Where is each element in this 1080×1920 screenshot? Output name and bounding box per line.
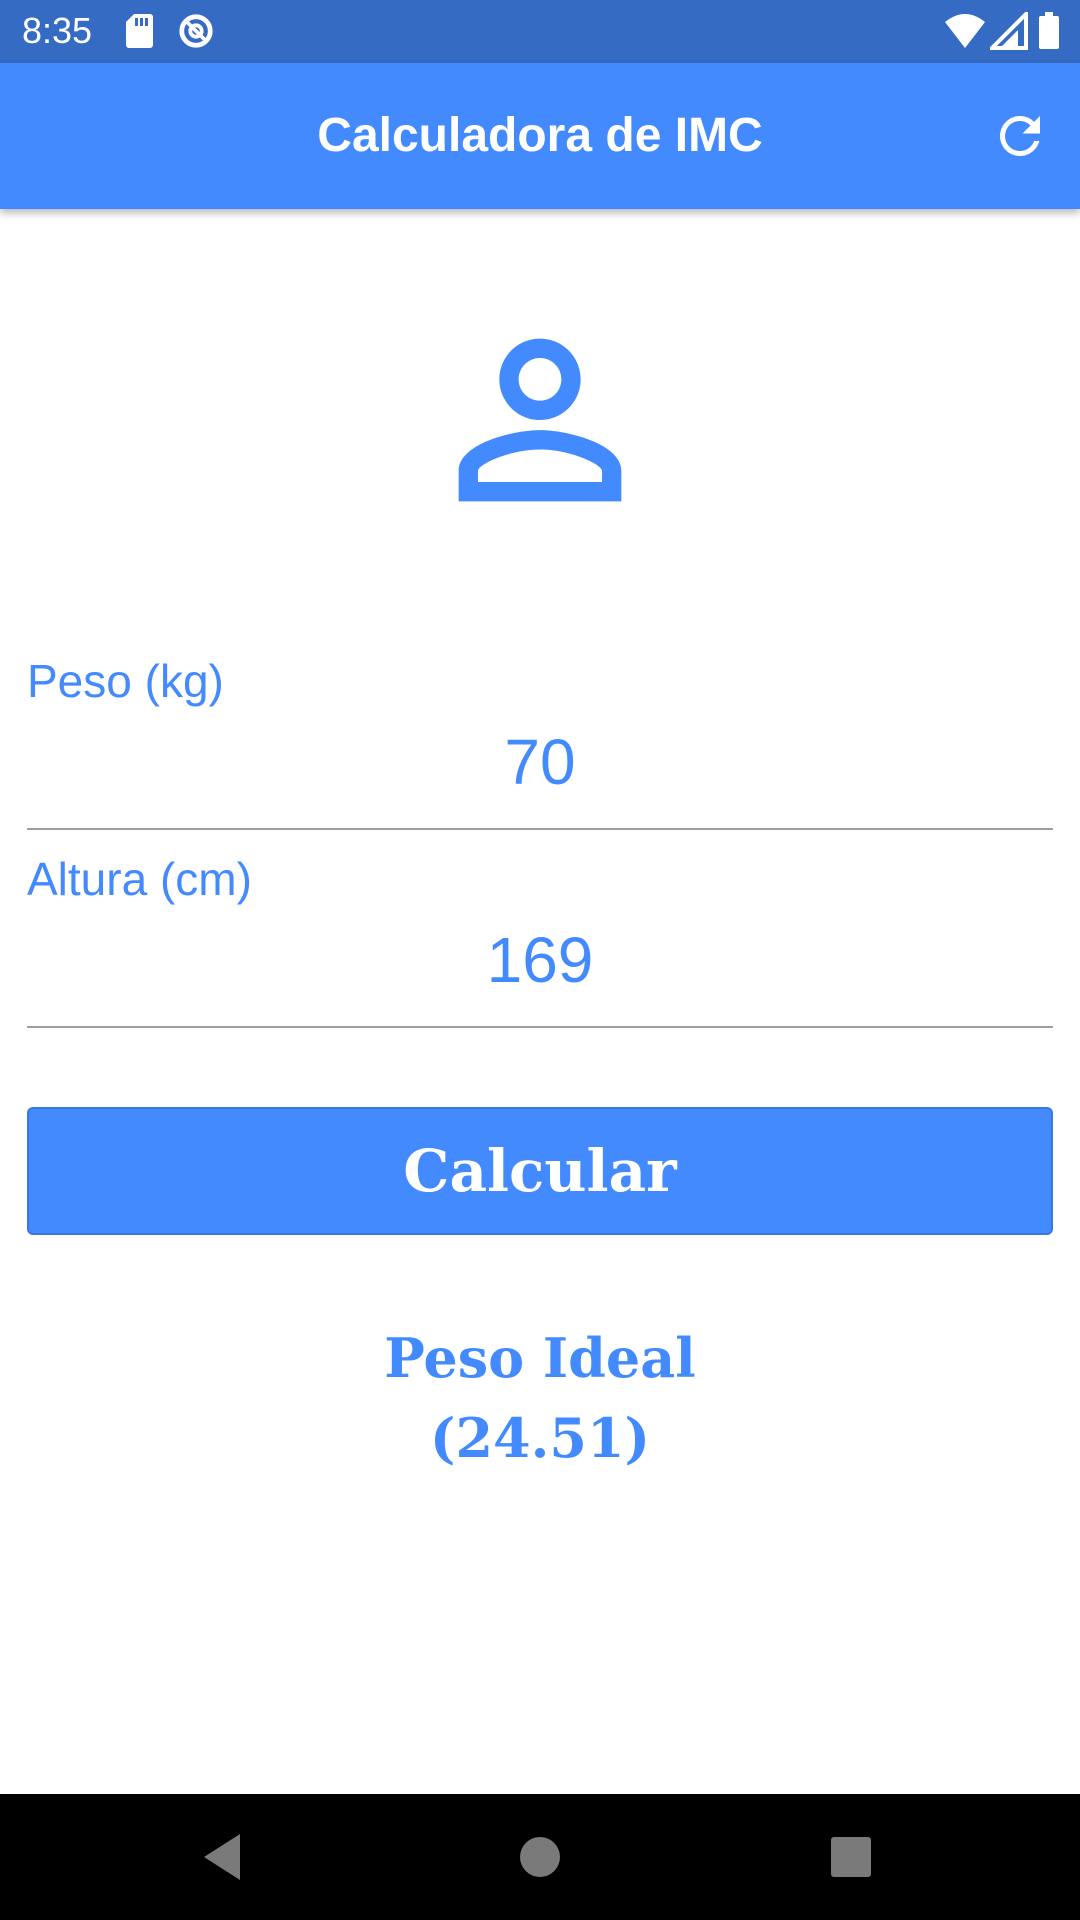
back-icon[interactable] (192, 1824, 258, 1890)
status-time: 8:35 (22, 10, 93, 51)
weight-input[interactable] (27, 722, 1053, 802)
weight-underline (27, 828, 1053, 830)
app-bar: Calculadora de IMC (0, 63, 1080, 209)
sd-card-icon (126, 14, 153, 48)
do-not-disturb-icon (179, 14, 213, 48)
height-underline (27, 1026, 1053, 1028)
app-title: Calculadora de IMC (317, 109, 763, 162)
battery-icon (1039, 12, 1059, 49)
height-label: Altura (cm) (27, 853, 252, 905)
refresh-icon[interactable] (990, 106, 1050, 166)
cell-signal-icon (990, 12, 1028, 50)
wifi-icon (945, 14, 985, 48)
weight-label: Peso (kg) (27, 655, 224, 707)
result-text: Peso Ideal (24.51) (0, 1318, 1080, 1478)
screen: 8:35 Calculadora de IMC Peso (kg) 70 Alt… (0, 0, 1080, 1920)
result-title: Peso Ideal (384, 1326, 696, 1390)
result-value: (24.51) (429, 1406, 651, 1470)
height-field: Altura (cm) (27, 852, 1053, 1028)
status-bar: 8:35 (0, 0, 1080, 63)
weight-field: Peso (kg) (27, 654, 1053, 830)
height-input[interactable] (27, 920, 1053, 1000)
calculate-button[interactable]: Calcular (27, 1107, 1053, 1235)
person-outline-icon (458, 338, 622, 502)
recents-icon[interactable] (818, 1824, 884, 1890)
home-icon[interactable] (507, 1824, 573, 1890)
nav-bar (0, 1794, 1080, 1920)
